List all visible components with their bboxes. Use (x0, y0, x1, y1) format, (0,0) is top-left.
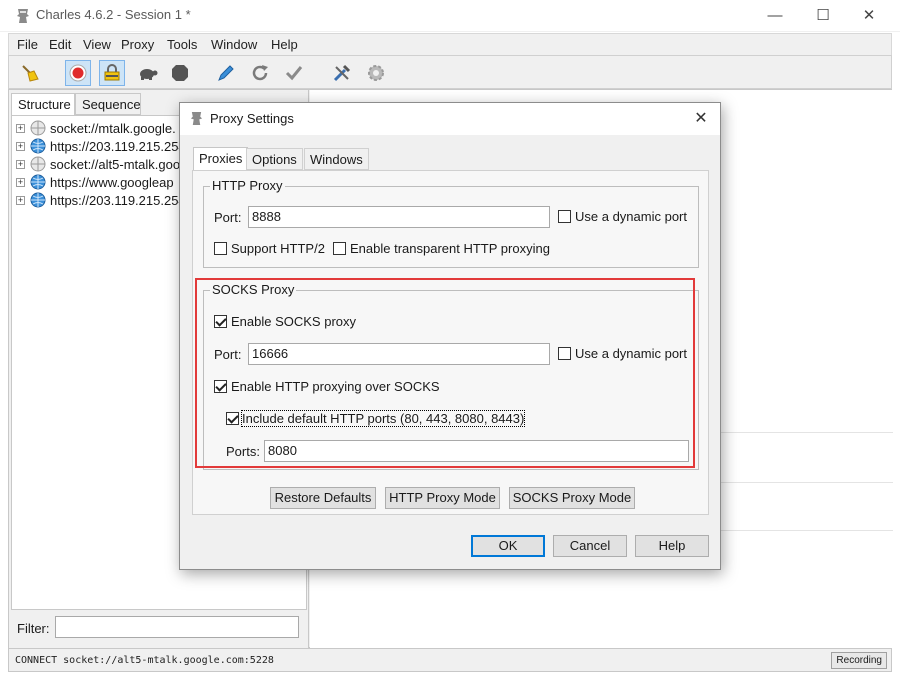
status-text: CONNECT socket://alt5-mtalk.google.com:5… (15, 655, 274, 666)
tree-row-label: https://203.119.215.254 (50, 193, 186, 208)
http-proxy-title: HTTP Proxy (210, 178, 285, 193)
tab-windows[interactable]: Windows (304, 148, 369, 170)
socket-icon (30, 120, 46, 136)
http-over-socks-checkbox[interactable] (214, 380, 227, 393)
filter-input[interactable] (55, 616, 299, 638)
tree-row-label: https://www.googleap (50, 175, 174, 190)
tree-row-label: https://203.119.215.254 (50, 139, 186, 154)
tab-proxies[interactable]: Proxies (193, 147, 249, 171)
http-port-field[interactable]: 8888 (248, 206, 550, 228)
restore-defaults-button[interactable]: Restore Defaults (270, 487, 376, 509)
http-dynamic-port-label: Use a dynamic port (575, 209, 687, 224)
menu-help[interactable]: Help (271, 37, 298, 52)
ssl-proxy-icon[interactable] (99, 60, 125, 86)
socks-port-label: Port: (214, 347, 242, 362)
proxy-settings-dialog: Proxy Settings ✕ Proxies Options Windows… (179, 102, 721, 570)
menu-bar: File Edit View Proxy Tools Window Help (8, 33, 892, 55)
broom-icon[interactable] (17, 60, 43, 86)
socks-dynamic-port-label: Use a dynamic port (575, 346, 687, 361)
dialog-title-bar: Proxy Settings ✕ (180, 103, 720, 135)
socks-ports-label: Ports: (226, 444, 260, 459)
http-port-label: Port: (214, 210, 242, 225)
menu-file[interactable]: File (17, 37, 38, 52)
socks-proxy-title: SOCKS Proxy (210, 282, 297, 297)
status-bar: CONNECT socket://alt5-mtalk.google.com:5… (8, 648, 892, 672)
support-http2-checkbox[interactable] (214, 242, 227, 255)
compose-pen-icon[interactable] (213, 60, 239, 86)
filter-label: Filter: (17, 621, 50, 636)
minimize-button[interactable]: — (752, 0, 798, 30)
http-proxy-mode-button[interactable]: HTTP Proxy Mode (385, 487, 500, 509)
expand-icon[interactable]: + (16, 160, 25, 169)
menu-view[interactable]: View (83, 37, 111, 52)
validate-check-icon[interactable] (281, 60, 307, 86)
toolbar (8, 55, 892, 89)
socks-proxy-mode-button[interactable]: SOCKS Proxy Mode (509, 487, 635, 509)
tree-row-label: socket://alt5-mtalk.goog (50, 157, 188, 172)
breakpoint-stop-icon[interactable] (167, 60, 193, 86)
charles-app-icon (190, 112, 203, 125)
menu-edit[interactable]: Edit (49, 37, 71, 52)
tree-row-label: socket://mtalk.google. (50, 121, 176, 136)
globe-icon (30, 192, 46, 208)
transparent-proxy-label: Enable transparent HTTP proxying (350, 241, 550, 256)
socket-icon (30, 156, 46, 172)
menu-window[interactable]: Window (211, 37, 257, 52)
tools-icon[interactable] (329, 60, 355, 86)
proxies-panel: HTTP Proxy Port: 8888 Use a dynamic port… (192, 170, 709, 515)
globe-icon (30, 174, 46, 190)
socks-proxy-group: SOCKS Proxy Enable SOCKS proxy Port: 166… (203, 282, 699, 470)
http-proxy-group: HTTP Proxy Port: 8888 Use a dynamic port… (203, 178, 699, 268)
title-bar: Charles 4.6.2 - Session 1 * — ☐ ✕ (0, 0, 900, 32)
socks-port-field[interactable]: 16666 (248, 343, 550, 365)
throttle-turtle-icon[interactable] (135, 60, 161, 86)
ok-button[interactable]: OK (471, 535, 545, 557)
settings-gear-icon[interactable] (363, 60, 389, 86)
globe-icon (30, 138, 46, 154)
enable-socks-label: Enable SOCKS proxy (231, 314, 357, 329)
help-button[interactable]: Help (635, 535, 709, 557)
expand-icon[interactable]: + (16, 142, 25, 151)
dialog-close-button[interactable]: ✕ (690, 108, 712, 128)
http-dynamic-port-checkbox[interactable] (558, 210, 571, 223)
menu-tools[interactable]: Tools (167, 37, 197, 52)
support-http2-label: Support HTTP/2 (231, 241, 325, 256)
transparent-proxy-checkbox[interactable] (333, 242, 346, 255)
record-icon[interactable] (65, 60, 91, 86)
cancel-button[interactable]: Cancel (553, 535, 627, 557)
recording-button[interactable]: Recording (831, 652, 887, 669)
enable-socks-checkbox[interactable] (214, 315, 227, 328)
expand-icon[interactable]: + (16, 178, 25, 187)
maximize-button[interactable]: ☐ (800, 0, 846, 30)
expand-icon[interactable]: + (16, 124, 25, 133)
charles-app-icon (17, 9, 29, 23)
tab-structure[interactable]: Structure (11, 93, 75, 116)
http-over-socks-label: Enable HTTP proxying over SOCKS (231, 379, 440, 394)
repeat-icon[interactable] (247, 60, 273, 86)
tab-sequence[interactable]: Sequence (75, 93, 141, 115)
socks-dynamic-port-checkbox[interactable] (558, 347, 571, 360)
socks-ports-field[interactable]: 8080 (264, 440, 689, 462)
include-default-ports-checkbox[interactable] (226, 412, 239, 425)
tab-options[interactable]: Options (246, 148, 303, 170)
expand-icon[interactable]: + (16, 196, 25, 205)
window-title: Charles 4.6.2 - Session 1 * (36, 7, 191, 22)
menu-proxy[interactable]: Proxy (121, 37, 154, 52)
dialog-title: Proxy Settings (210, 111, 294, 126)
include-default-ports-label: Include default HTTP ports (80, 443, 808… (240, 410, 526, 427)
filter-row: Filter: (9, 610, 309, 648)
close-button[interactable]: ✕ (846, 0, 892, 30)
